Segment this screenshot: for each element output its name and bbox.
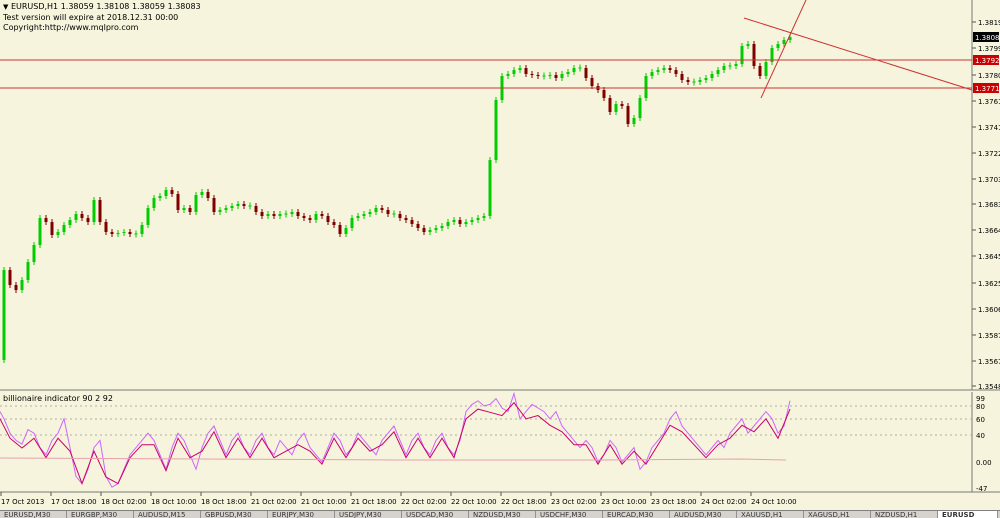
price-tick-label: 1.36450: [978, 253, 1000, 261]
candle: [764, 59, 768, 79]
time-tick-label: 23 Oct 18:00: [651, 498, 697, 506]
price-tick-label: 1.35675: [978, 358, 1000, 366]
candle: [98, 197, 102, 225]
indicator-tick-label: 60: [976, 416, 985, 424]
candle: [644, 73, 648, 101]
price-tick-label: 1.36640: [978, 227, 1000, 235]
candle: [212, 195, 216, 215]
candle: [38, 215, 42, 248]
indicator-tick-label: -47: [976, 485, 987, 493]
lower-level-tag: 1.37713: [973, 83, 1000, 93]
copyright-text: Copyright:http://www.mqlpro.com: [3, 23, 139, 32]
time-tick-label: 17 Oct 2013: [1, 498, 44, 506]
candle: [146, 205, 150, 228]
candle: [626, 103, 630, 127]
symbol-quote: EURUSD,H1 1.38059 1.38108 1.38059 1.3808…: [10, 2, 201, 11]
svg-text:1.37713: 1.37713: [975, 85, 1000, 93]
time-tick-label: 24 Oct 02:00: [701, 498, 747, 506]
candle: [176, 191, 180, 213]
candle: [488, 157, 492, 219]
price-tick-label: 1.36835: [978, 201, 1000, 209]
candle: [752, 41, 756, 69]
candle: [26, 259, 30, 283]
time-tick-label: 18 Oct 02:00: [101, 498, 147, 506]
main-plot-area: [0, 0, 972, 390]
indicator-signal-line: [0, 401, 791, 486]
indicator-tick-label: 99: [976, 395, 985, 403]
time-tick-label: 22 Oct 02:00: [401, 498, 447, 506]
indicator-window: 9980 60 40 0.00 -47: [0, 391, 1000, 493]
time-tick-label: 21 Oct 10:00: [301, 498, 347, 506]
time-tick-label: 21 Oct 02:00: [251, 498, 297, 506]
time-tick-label: 23 Oct 02:00: [551, 498, 597, 506]
indicator-main-line: [0, 391, 791, 488]
indicator-title: billionaire indicator 90 2 92: [3, 394, 113, 403]
time-tick-label: 18 Oct 10:00: [151, 498, 197, 506]
upper-level-tag: 1.37924: [973, 55, 1000, 65]
price-tick-label: 1.36255: [978, 280, 1000, 288]
price-tick-label: 1.36065: [978, 306, 1000, 314]
svg-text:1.38083: 1.38083: [975, 34, 1000, 42]
indicator-tick-label: 0.00: [976, 459, 992, 467]
time-tick-label: 17 Oct 18:00: [51, 498, 97, 506]
price-tick-label: 1.35870: [978, 332, 1000, 340]
price-chart[interactable]: 1.38190 1.37995 1.37800 1.37610 1.37415 1.372…: [0, 0, 1000, 517]
time-tick-label: 22 Oct 18:00: [501, 498, 547, 506]
candle: [2, 267, 6, 363]
price-tick-label: 1.37225: [978, 150, 1000, 158]
time-tick-label: 23 Oct 10:00: [601, 498, 647, 506]
candle: [494, 97, 498, 163]
price-tick-label: 1.37030: [978, 176, 1000, 184]
current-price-tag: 1.38083: [973, 32, 1000, 42]
dropdown-triangle-icon[interactable]: ▼: [3, 3, 8, 11]
time-tick-label: 24 Oct 10:00: [751, 498, 797, 506]
candle: [770, 45, 774, 65]
candle: [92, 197, 96, 225]
price-tick-label: 1.38190: [978, 19, 1000, 27]
symbol-info-line: ▼ EURUSD,H1 1.38059 1.38108 1.38059 1.38…: [3, 2, 201, 11]
price-tick-label: 1.35485: [978, 383, 1000, 391]
test-version-notice: Test version will expire at 2018.12.31 0…: [3, 13, 179, 22]
candle: [608, 95, 612, 115]
svg-text:1.37924: 1.37924: [975, 57, 1000, 65]
candle: [8, 267, 12, 288]
time-axis: 17 Oct 2013 17 Oct 18:00 18 Oct 02:00 18 Oc…: [0, 492, 797, 506]
chart-window[interactable]: 1.38190 1.37995 1.37800 1.37610 1.37415 1.372…: [0, 0, 1000, 518]
candle: [32, 242, 36, 265]
candle: [638, 95, 642, 121]
price-tick-label: 1.37800: [978, 72, 1000, 80]
indicator-tick-label: 40: [976, 432, 985, 440]
time-tick-label: 18 Oct 18:00: [201, 498, 247, 506]
indicator-tick-label: 80: [976, 403, 985, 411]
price-tick-label: 1.37415: [978, 124, 1000, 132]
candle: [194, 192, 198, 215]
time-tick-label: 21 Oct 18:00: [351, 498, 397, 506]
price-tick-label: 1.37610: [978, 98, 1000, 106]
candle: [740, 43, 744, 67]
time-tick-label: 22 Oct 10:00: [451, 498, 497, 506]
price-tick-label: 1.37995: [978, 45, 1000, 53]
indicator-baseline-line: [0, 457, 787, 461]
